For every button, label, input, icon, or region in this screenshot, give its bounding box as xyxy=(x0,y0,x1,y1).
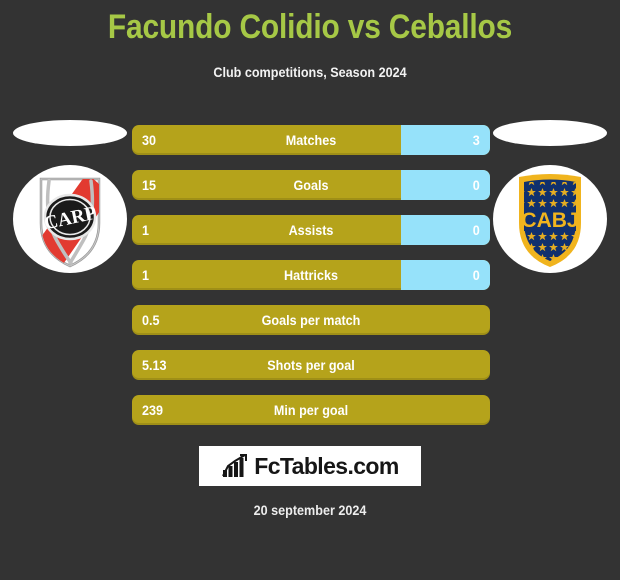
stat-row-goals-per-match: 0.5 Goals per match xyxy=(132,305,490,335)
boca-juniors-crest-svg: CABJ xyxy=(519,174,581,267)
date-label: 20 september 2024 xyxy=(253,502,367,518)
bar-chart-growth-icon xyxy=(222,453,248,477)
svg-text:CABJ: CABJ xyxy=(521,209,578,232)
river-plate-crest-svg: CARP xyxy=(39,177,101,268)
stat-rows: 30 Matches 3 15 Goals 0 1 Assists 0 1 Ha… xyxy=(132,125,490,440)
left-value: 1 xyxy=(142,222,150,238)
stat-comparison-graphic: Facundo Colidio vs Ceballos Club competi… xyxy=(0,0,620,580)
stat-row-assists: 1 Assists 0 xyxy=(132,215,490,245)
page-subtitle: Club competitions, Season 2024 xyxy=(213,64,407,80)
river-plate-crest: CARP xyxy=(13,165,127,273)
stat-row-shots-per-goal: 5.13 Shots per goal xyxy=(132,350,490,380)
stat-label: Matches xyxy=(285,132,337,148)
stat-label: Shots per goal xyxy=(267,357,355,373)
stat-label: Hattricks xyxy=(284,267,338,283)
page-title: Facundo Colidio vs Ceballos xyxy=(107,8,513,46)
stat-row-hattricks: 1 Hattricks 0 xyxy=(132,260,490,290)
left-value: 1 xyxy=(142,267,150,283)
stat-label: Goals xyxy=(293,177,329,193)
left-team-crest-wrap: CARP xyxy=(10,120,130,280)
stat-row-goals: 15 Goals 0 xyxy=(132,170,490,200)
fctables-watermark[interactable]: FcTables.com xyxy=(199,446,421,486)
right-value: 0 xyxy=(472,267,480,283)
brand-inner: FcTables.com xyxy=(221,452,399,480)
right-team-crest-wrap: CABJ xyxy=(490,120,610,280)
boca-juniors-crest: CABJ xyxy=(493,165,607,273)
left-crest-top-ellipse xyxy=(13,120,127,146)
right-value: 0 xyxy=(472,177,480,193)
right-value: 0 xyxy=(472,222,480,238)
stat-label: Min per goal xyxy=(273,402,349,418)
stat-row-matches: 30 Matches 3 xyxy=(132,125,490,155)
stat-label: Goals per match xyxy=(261,312,361,328)
stat-label: Assists xyxy=(288,222,334,238)
brand-text: FcTables.com xyxy=(254,452,399,479)
right-value: 3 xyxy=(472,132,480,148)
stat-row-min-per-goal: 239 Min per goal xyxy=(132,395,490,425)
right-crest-top-ellipse xyxy=(493,120,607,146)
